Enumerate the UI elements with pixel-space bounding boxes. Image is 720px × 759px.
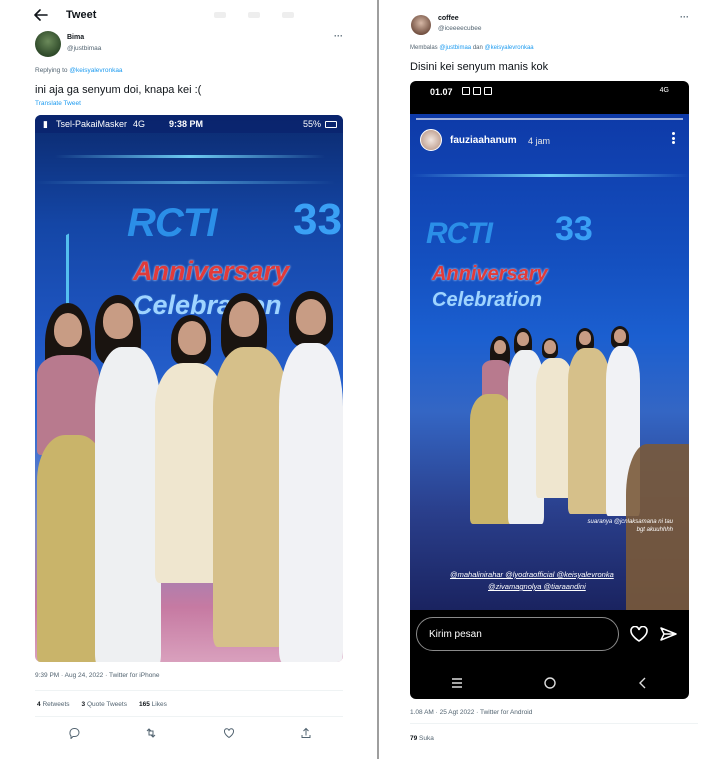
more-options-icon[interactable]: ··· [334,31,343,41]
replying-to: Replying to @keisyalevronkaa [35,67,123,74]
tweet-stats: 4 Retweets 3 Quote Tweets 165 Likes [37,701,167,708]
phone-time: 01.07 [430,87,453,97]
tweet-timestamp[interactable]: 1.08 AM · 25 Agt 2022 · Twitter for Andr… [410,709,532,716]
photo-network: 4G [132,119,145,129]
replying-to-handle-link[interactable]: @justbimaa [439,45,471,51]
battery-icon [325,120,337,128]
tweet-text: ini aja ga senyum doi, knapa kei :( [35,84,202,96]
anniversary-text: Anniversary [133,256,290,286]
retweets-stat[interactable]: 4 Retweets [37,701,70,708]
rcti-logo: RCTI [127,201,217,245]
stage-light [55,155,325,158]
stage-light [410,174,689,177]
photo-carrier: Tsel-PakaiMasker [55,119,127,129]
tweet-text: Disini kei senyum manis kok [410,61,549,73]
replying-to-label: Membalas [410,45,438,51]
heart-icon[interactable] [630,626,648,642]
back-icon[interactable] [636,676,650,690]
android-nav-bar [410,666,689,699]
replying-to-handle-link[interactable]: @keisyalevronkaa [485,45,534,51]
send-message-input[interactable]: Kirim pesan [416,617,619,651]
more-options-icon[interactable]: ··· [680,12,689,22]
page-title: Tweet [66,9,97,21]
translate-tweet-link[interactable]: Translate Tweet [35,100,81,107]
phone-network: 4G [659,87,669,94]
divider [35,716,343,717]
story-mentions-line1[interactable]: @mahalinirahar @lyodraofficial @keisyale… [450,570,614,579]
tweet-photo[interactable]: ▮ Tsel-PakaiMasker 4G 9:38 PM 55% RCTI 3… [35,115,343,662]
likes-stat[interactable]: 165 Likes [139,701,167,708]
avatar[interactable] [35,31,61,57]
photo-time: 9:38 PM [169,119,204,129]
tweet-timestamp[interactable]: 9:39 PM · Aug 24, 2022 · Twitter for iPh… [35,672,160,679]
rcti-33-logo: 33 [293,195,342,244]
replying-to-handle-link[interactable]: @keisyalevronkaa [69,67,122,74]
replying-to-and: dan [472,45,483,51]
story-more-icon[interactable] [672,132,675,144]
quote-tweets-stat[interactable]: 3 Quote Tweets [82,701,127,708]
photo-status-bar: ▮ Tsel-PakaiMasker 4G 9:38 PM 55% [35,115,343,133]
anniversary-text: Anniversary [432,263,548,285]
celebration-text: Celebration [432,289,543,311]
story-progress-bar [416,118,683,120]
rcti-33-logo: 33 [555,210,593,248]
back-arrow-icon[interactable] [34,9,48,21]
left-tweet-panel: Tweet Bima @justbimaa ··· Replying to @k… [0,0,378,759]
reply-icon[interactable] [68,727,80,739]
author-handle[interactable]: @iceeeecubee [438,25,481,32]
signal-icon: ▮ [43,118,48,129]
replying-to-label: Replying to [35,67,68,74]
instagram-story: fauziaahanum 4 jam RCTI 33 Anniversary C… [410,114,689,610]
stage-light [35,181,335,184]
panel-divider [377,0,379,759]
tweet-actions [68,727,312,739]
send-icon[interactable] [660,626,677,642]
share-icon[interactable] [300,727,312,739]
story-caption: suaranya @jcnlaksamana ni tau bgt akuuhh… [587,519,673,533]
story-username[interactable]: fauziaahanum [450,135,517,146]
story-time: 4 jam [528,136,551,146]
home-icon[interactable] [543,676,557,690]
rcti-logo: RCTI [426,217,493,250]
divider [410,723,698,724]
author-handle[interactable]: @justbimaa [67,45,101,52]
header-ghost-icons [214,12,294,18]
divider [35,690,343,691]
story-mentions-line2[interactable]: @zivamagnolya @tiaraandini [488,582,586,591]
retweet-icon[interactable] [145,727,157,739]
photo-battery: 55% [302,119,321,129]
author-name[interactable]: Bima [67,34,84,41]
likes-stat[interactable]: 79 Suka [410,735,434,742]
story-avatar[interactable] [420,129,442,151]
phone-status-bar: 01.07 4G [410,81,689,103]
notification-icons [462,87,492,95]
tweet-photo[interactable]: 01.07 4G fauziaahanum 4 jam RCTI 33 Anni… [410,81,689,699]
replying-to: Membalas @justbimaa dan @keisyalevronkaa [410,45,534,51]
author-name[interactable]: coffee [438,15,459,22]
avatar[interactable] [411,15,431,35]
like-icon[interactable] [223,727,235,739]
recents-icon[interactable] [450,676,464,690]
